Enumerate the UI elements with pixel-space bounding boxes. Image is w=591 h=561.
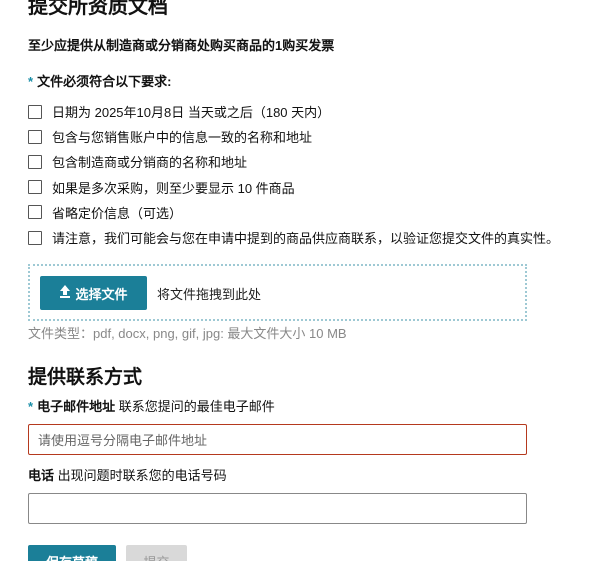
phone-field[interactable] [28, 493, 527, 524]
email-label-title: 电子邮件地址 [37, 399, 116, 414]
requirement-item[interactable]: 包含制造商或分销商的名称和地址 [28, 149, 591, 174]
choose-file-label: 选择文件 [75, 286, 128, 302]
phone-label-title: 电话 [28, 468, 55, 483]
requirement-label: 日期为 2025年10月8日 当天或之后（180 天内） [52, 105, 331, 121]
requirement-checkbox[interactable] [28, 104, 42, 119]
requirement-item[interactable]: 日期为 2025年10月8日 当天或之后（180 天内） [28, 99, 591, 124]
email-field[interactable]: 请使用逗号分隔电子邮件地址 [28, 424, 527, 455]
submit-button[interactable]: 提交 [126, 545, 187, 561]
phone-label-desc: 出现问题时联系您的电话号码 [57, 468, 227, 483]
requirement-checkbox[interactable] [28, 230, 42, 245]
file-type-hint: 文件类型：pdf, docx, png, gif, jpg: 最大文件大小 10… [28, 326, 347, 341]
requirement-item[interactable]: 包含与您销售账户中的信息一致的名称和地址 [28, 124, 591, 149]
requirement-label: 请注意，我们可能会与您在申请中提到的商品供应商联系，以验证您提交文件的真实性。 [52, 231, 560, 247]
phone-label: 电话 出现问题时联系您的电话号码 [28, 465, 227, 484]
required-marker: * [28, 74, 34, 89]
requirement-item[interactable]: 请注意，我们可能会与您在申请中提到的商品供应商联系，以验证您提交文件的真实性。 [28, 225, 591, 250]
requirement-label: 省略定价信息（可选） [52, 205, 183, 221]
upload-icon [59, 285, 71, 301]
contact-section-title: 提供联系方式 [28, 367, 143, 388]
file-dropzone[interactable]: 选择文件 将文件拖拽到此处 [28, 264, 527, 321]
requirement-checkbox[interactable] [28, 129, 42, 144]
page: 提交所资质文档 至少应提供从制造商或分销商处购买商品的1购买发票 * 文件必须符合… [0, 0, 591, 561]
requirements-heading: * 文件必须符合以下要求: [28, 73, 171, 91]
choose-file-button[interactable]: 选择文件 [40, 276, 147, 310]
invoice-requirement-subtitle: 至少应提供从制造商或分销商处购买商品的1购买发票 [28, 38, 335, 53]
required-marker: * [28, 399, 34, 414]
drag-drop-text: 将文件拖拽到此处 [157, 287, 262, 302]
requirement-label: 如果是多次采购，则至少要显示 10 件商品 [52, 180, 295, 196]
page-title: 提交所资质文档 [28, 0, 168, 18]
requirement-checkbox[interactable] [28, 205, 42, 220]
requirement-checkbox[interactable] [28, 154, 42, 169]
requirements-checklist: 日期为 2025年10月8日 当天或之后（180 天内） 包含与您销售账户中的信… [28, 99, 591, 250]
requirement-label: 包含与您销售账户中的信息一致的名称和地址 [52, 130, 313, 146]
email-label-desc: 联系您提问的最佳电子邮件 [118, 399, 275, 414]
requirement-label: 包含制造商或分销商的名称和地址 [52, 155, 248, 171]
email-label: * 电子邮件地址 联系您提问的最佳电子邮件 [28, 396, 275, 415]
requirements-heading-text: 文件必须符合以下要求: [37, 74, 172, 89]
save-draft-button[interactable]: 保存草稿 [28, 545, 116, 561]
requirement-item[interactable]: 省略定价信息（可选） [28, 200, 591, 225]
requirement-checkbox[interactable] [28, 180, 42, 195]
requirement-item[interactable]: 如果是多次采购，则至少要显示 10 件商品 [28, 175, 591, 200]
